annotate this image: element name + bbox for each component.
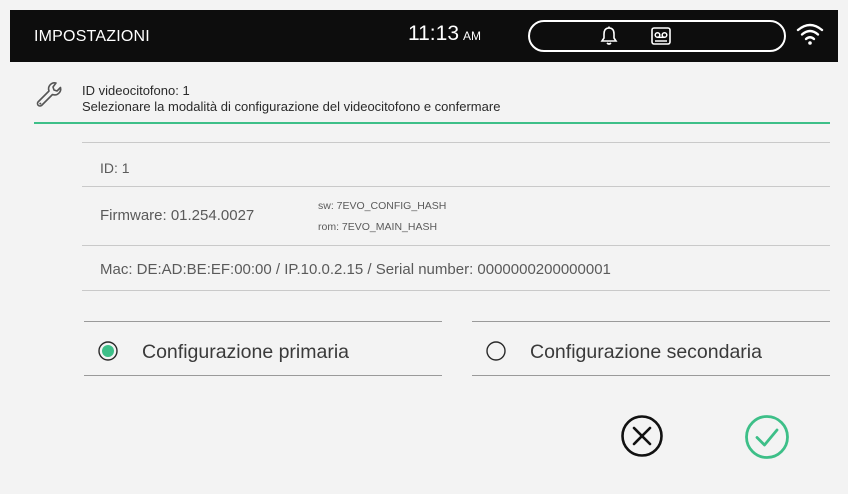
- device-id-value: ID: 1: [100, 160, 130, 176]
- clock-time: 11:13: [408, 22, 459, 45]
- clock: 11:13 AM: [408, 22, 481, 46]
- instruction-text: Selezionare la modalità di configurazion…: [82, 99, 501, 114]
- cancel-circle-icon[interactable]: [620, 414, 664, 458]
- radio-unselected-icon[interactable]: [486, 341, 506, 361]
- network-info: Mac: DE:AD:BE:EF:00:00 / IP.10.0.2.15 / …: [100, 261, 611, 278]
- software-hash: sw: 7EVO_CONFIG_HASH: [318, 200, 447, 212]
- divider: [82, 142, 830, 143]
- firmware-version: Firmware: 01.254.0027: [100, 207, 255, 224]
- header-divider: [34, 122, 830, 124]
- divider: [472, 321, 830, 322]
- divider: [472, 375, 830, 376]
- divider: [84, 321, 442, 322]
- option-secondary-config[interactable]: Configurazione secondaria: [472, 328, 830, 374]
- divider: [82, 245, 830, 246]
- divider: [84, 375, 442, 376]
- divider: [82, 186, 830, 187]
- clock-ampm: AM: [463, 29, 481, 43]
- wrench-icon: [36, 82, 62, 107]
- divider: [82, 290, 830, 291]
- option-secondary-label: Configurazione secondaria: [530, 341, 762, 363]
- voicemail-icon: [651, 27, 671, 45]
- bell-icon: [600, 26, 618, 45]
- rom-hash: rom: 7EVO_MAIN_HASH: [318, 221, 438, 233]
- option-primary-config[interactable]: Configurazione primaria: [84, 328, 442, 374]
- radio-selected-icon[interactable]: [98, 341, 118, 361]
- option-primary-label: Configurazione primaria: [142, 341, 350, 363]
- check-circle-icon[interactable]: [744, 414, 790, 460]
- notification-pill[interactable]: [528, 20, 786, 52]
- status-bar: IMPOSTAZIONI 11:13 AM: [10, 10, 838, 62]
- wifi-icon: [796, 23, 824, 45]
- screen-title: IMPOSTAZIONI: [34, 28, 150, 45]
- device-id-heading: ID videocitofono: 1: [82, 83, 190, 98]
